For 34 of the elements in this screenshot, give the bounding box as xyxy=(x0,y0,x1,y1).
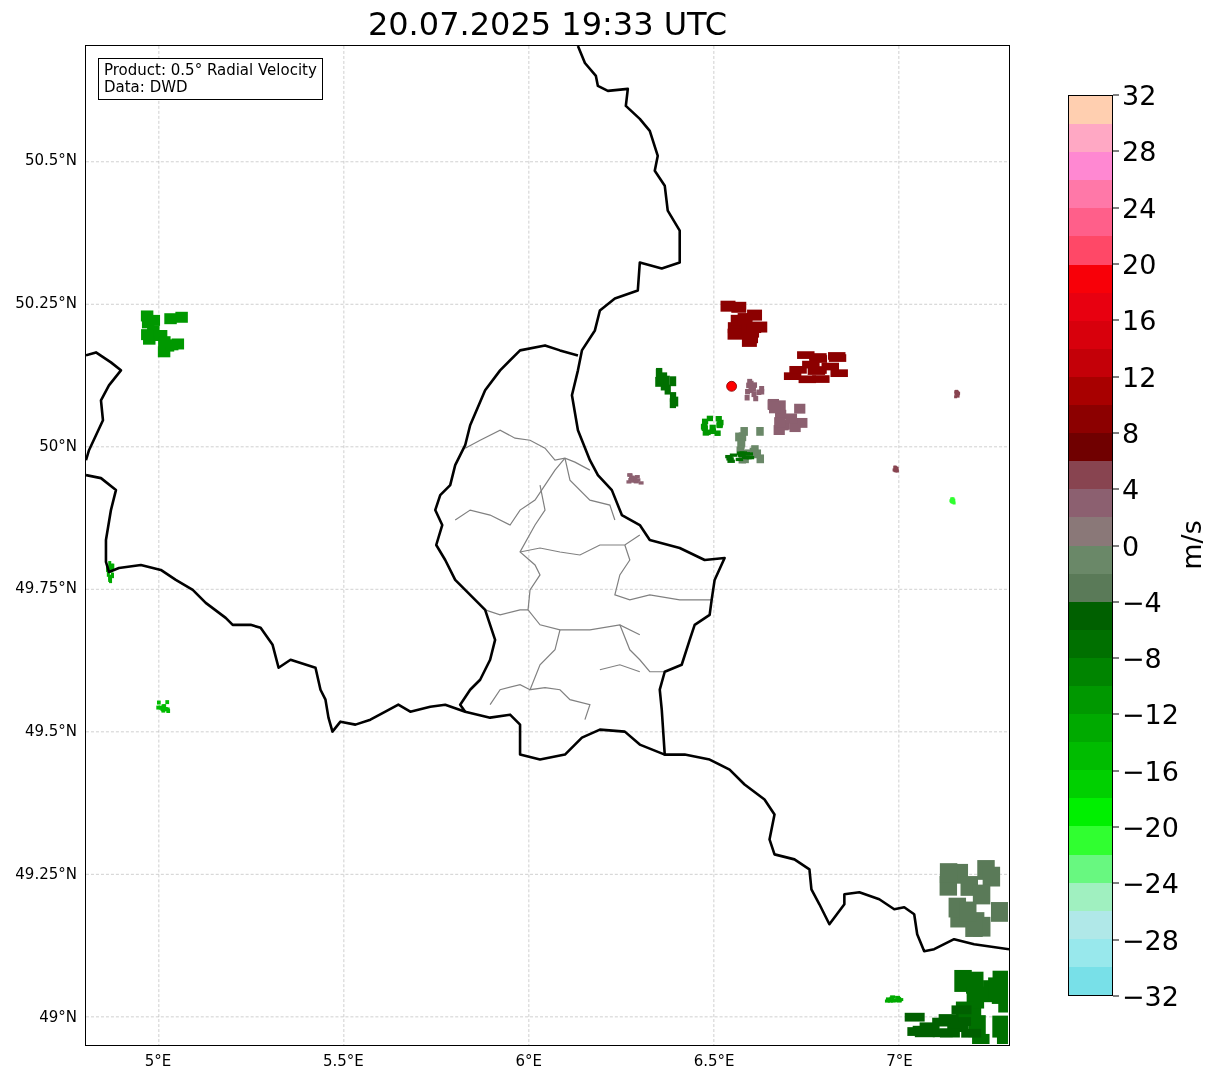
colorbar-tick-label: −20 xyxy=(1122,813,1179,841)
colorbar-tick-label: −4 xyxy=(1122,588,1162,616)
legend-text: Product: 0.5° Radial Velocity xyxy=(104,62,317,79)
colorbar-tick-label: 28 xyxy=(1122,137,1157,165)
latitude-label: 50.5°N xyxy=(24,153,77,168)
latitude-label: 50.25°N xyxy=(15,295,77,311)
colorbar-tick-label: 12 xyxy=(1122,363,1157,391)
colorbar-tick-label: 4 xyxy=(1122,475,1140,503)
colorbar-tick-label: −8 xyxy=(1122,644,1162,672)
longitude-label: 6°E xyxy=(515,1054,543,1069)
longitude-label: 6.5°E xyxy=(693,1054,735,1069)
latitude-label: 49.75°N xyxy=(15,581,77,597)
radar-station-marker xyxy=(726,380,737,392)
colorbar-unit-label: m/s xyxy=(1175,520,1207,570)
legend-text: Data: DWD xyxy=(104,79,189,96)
colorbar-tick-label: 16 xyxy=(1122,306,1157,334)
colorbar-tick-label: −12 xyxy=(1122,700,1179,728)
latitude-label: 49°N xyxy=(39,1009,77,1025)
longitude-label: 7°E xyxy=(886,1054,913,1069)
colorbar-tick-label: −16 xyxy=(1122,757,1179,785)
colorbar-tick-label: 24 xyxy=(1122,194,1157,222)
colorbar-tick-label: 8 xyxy=(1122,419,1140,447)
colorbar-tick-label: 32 xyxy=(1122,81,1157,109)
latitude-label: 50°N xyxy=(39,438,77,454)
colorbar-tick-label: −32 xyxy=(1122,982,1179,1010)
colorbar-tick-label: 20 xyxy=(1122,250,1157,278)
chart-title: 20.07.2025 19:33 UTC xyxy=(367,5,728,40)
colorbar-tick-label: −28 xyxy=(1122,926,1179,954)
colorbar-tick-label: −24 xyxy=(1122,869,1179,897)
latitude-label: 49.25°N xyxy=(15,867,77,882)
longitude-label: 5.5°E xyxy=(322,1054,364,1069)
latitude-label: 49.5°N xyxy=(24,724,77,740)
longitude-label: 5°E xyxy=(144,1054,172,1069)
colorbar-tick-label: 0 xyxy=(1122,532,1140,559)
